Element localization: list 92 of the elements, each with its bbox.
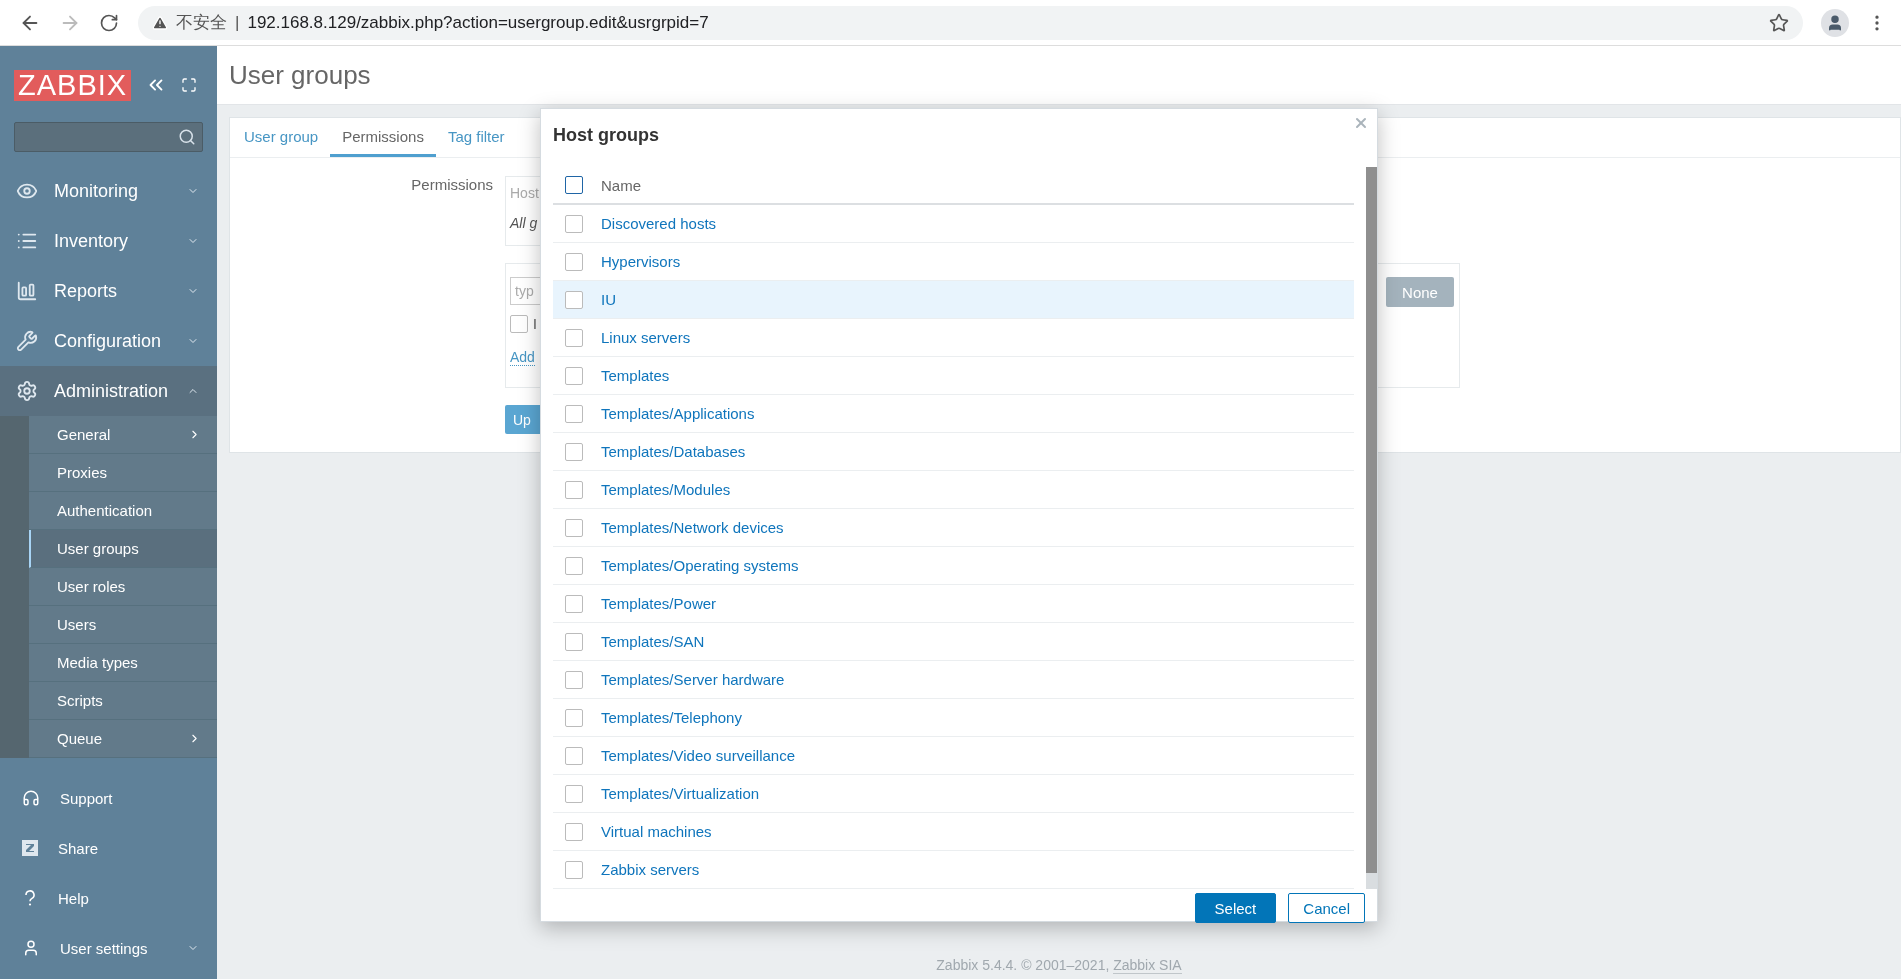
host-group-link[interactable]: Templates/Power <box>601 595 717 612</box>
select-button[interactable]: Select <box>1194 893 1277 923</box>
host-group-link[interactable]: Templates/Telephony <box>601 709 742 726</box>
help-icon <box>22 889 38 907</box>
sidebar-link[interactable]: User settings <box>0 923 217 973</box>
host-group-link[interactable]: Templates/Operating systems <box>601 557 799 574</box>
menu-item[interactable]: Administration <box>0 366 217 416</box>
host-group-link[interactable]: Templates/Video surveillance <box>601 747 795 764</box>
host-group-link[interactable]: Templates/SAN <box>601 633 705 650</box>
submenu-item[interactable]: Queue <box>29 720 217 758</box>
separator: | <box>235 12 240 33</box>
host-group-link[interactable]: Templates <box>601 367 670 384</box>
add-link[interactable]: Add <box>510 349 535 366</box>
host-group-link[interactable]: IU <box>601 291 616 308</box>
tab[interactable]: Permissions <box>330 118 436 157</box>
zabbix-logo[interactable]: ZABBIX <box>14 69 132 101</box>
headset-icon <box>22 789 40 807</box>
submenu-item[interactable]: General <box>29 416 217 454</box>
checkbox-label: I <box>533 316 537 332</box>
table-cell: All g <box>510 215 538 231</box>
row-checkbox[interactable] <box>565 328 583 347</box>
submenu-item[interactable]: Authentication <box>29 492 217 530</box>
menu-item[interactable]: Configuration <box>0 316 217 366</box>
tab[interactable]: User group <box>232 118 331 157</box>
page-title: User groups <box>229 59 371 91</box>
warning-icon <box>152 14 168 31</box>
host-group-link[interactable]: Zabbix servers <box>601 861 700 878</box>
row-checkbox[interactable] <box>565 480 583 499</box>
row-checkbox[interactable] <box>565 366 583 385</box>
row-checkbox[interactable] <box>565 518 583 537</box>
row-checkbox[interactable] <box>565 746 583 765</box>
bar-chart-icon <box>16 280 38 302</box>
row-checkbox[interactable] <box>565 290 583 309</box>
update-button[interactable]: Up <box>505 405 541 434</box>
checkbox[interactable] <box>510 315 528 333</box>
host-group-link[interactable]: Templates/Applications <box>601 405 755 422</box>
host-group-link[interactable]: Virtual machines <box>601 823 712 840</box>
row-checkbox[interactable] <box>565 708 583 727</box>
row-checkbox[interactable] <box>565 670 583 689</box>
host-group-link[interactable]: Linux servers <box>601 329 691 346</box>
row-checkbox[interactable] <box>565 594 583 613</box>
close-button[interactable] <box>1353 115 1369 131</box>
address-bar[interactable]: 不安全 | 192.168.8.129/zabbix.php?action=usergroup.edit&usrgrpid=7 <box>138 5 1803 40</box>
row-checkbox[interactable] <box>565 252 583 271</box>
host-group-link[interactable]: Templates/Databases <box>601 443 746 460</box>
host-group-link[interactable]: Hypervisors <box>601 253 681 270</box>
share-icon <box>22 840 38 856</box>
sidebar-link[interactable]: Share <box>0 823 217 873</box>
bookmark-star-icon[interactable] <box>1769 12 1789 33</box>
row-checkbox[interactable] <box>565 442 583 461</box>
tab[interactable]: Tag filter <box>435 118 517 157</box>
security-label: 不安全 <box>176 12 227 34</box>
reload-icon[interactable] <box>99 12 119 33</box>
host-group-link[interactable]: Templates/Virtualization <box>601 785 760 802</box>
row-checkbox[interactable] <box>565 556 583 575</box>
submenu-item[interactable]: Media types <box>29 644 217 682</box>
menu-item[interactable]: Inventory <box>0 216 217 266</box>
row-checkbox[interactable] <box>565 404 583 423</box>
sidebar-link[interactable]: Support <box>0 773 217 823</box>
host-group-input[interactable]: typ <box>510 277 542 305</box>
footer-text: Zabbix 5.4.4. © 2001–2021, <box>936 957 1111 973</box>
row-checkbox[interactable] <box>565 860 583 879</box>
row-checkbox[interactable] <box>565 214 583 233</box>
row-checkbox[interactable] <box>565 822 583 841</box>
menu-item[interactable]: Reports <box>0 266 217 316</box>
host-group-link[interactable]: Templates/Network devices <box>601 519 784 536</box>
profile-avatar[interactable] <box>1821 8 1849 37</box>
user-icon <box>22 939 40 957</box>
wrench-icon <box>16 330 38 352</box>
row-checkbox[interactable] <box>565 784 583 803</box>
url-text: 192.168.8.129/zabbix.php?action=usergroup.edit&usrgrpid=7 <box>247 12 709 33</box>
host-group-link[interactable]: Templates/Server hardware <box>601 671 785 688</box>
select-all-checkbox[interactable] <box>565 176 583 194</box>
submenu-item[interactable]: User roles <box>29 568 217 606</box>
sidebar-link[interactable]: Help <box>0 873 217 923</box>
column-header: Name <box>601 176 641 194</box>
sidebar-search-field[interactable] <box>14 122 203 152</box>
dialog-title: Host groups <box>553 125 659 145</box>
submenu-item[interactable]: Scripts <box>29 682 217 720</box>
host-group-link[interactable]: Templates/Modules <box>601 481 731 498</box>
settings-icon <box>16 380 38 402</box>
column-header: Host <box>510 185 539 201</box>
submenu-item[interactable]: User groups <box>29 530 217 568</box>
kiosk-mode-icon[interactable] <box>181 77 198 93</box>
submenu-item[interactable]: Users <box>29 606 217 644</box>
search-icon <box>178 128 196 146</box>
submenu-item[interactable]: Proxies <box>29 454 217 492</box>
field-label: Permissions <box>411 176 493 193</box>
menu-item[interactable]: Monitoring <box>0 166 217 216</box>
cancel-button[interactable]: Cancel <box>1288 893 1365 923</box>
host-group-link[interactable]: Discovered hosts <box>601 215 717 232</box>
row-checkbox[interactable] <box>565 632 583 651</box>
